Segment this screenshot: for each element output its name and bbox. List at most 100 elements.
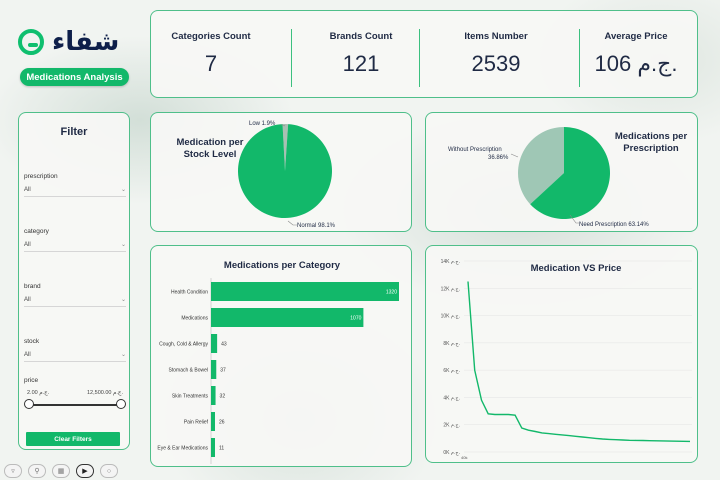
filter-stock: stock All ⌄ [24, 338, 126, 362]
filter-price: price 2.00 ج.م. 12,500.00 ج.م. [24, 377, 126, 412]
price-min-value: 2.00 ج.م. [27, 390, 50, 396]
category-bar-chart[interactable]: Health Condition 1320 Medications 1070 Cough… [151, 246, 413, 468]
slider-max-handle[interactable] [116, 399, 126, 409]
stock-level-card: Medication per Stock Level Low 1.9% Norm… [150, 112, 412, 232]
category-card: Medications per Category Health Conditio… [150, 245, 412, 467]
table-icon[interactable]: ▦ [52, 464, 70, 478]
category-bar[interactable] [211, 412, 215, 431]
category-label: Pain Relief [184, 420, 209, 426]
y-tick-label: 10K ج.م. [441, 314, 460, 320]
category-label: Skin Treatments [172, 394, 209, 400]
select-value: All [24, 296, 31, 303]
kpi-card: Categories Count 7 Brands Count 121 Item… [150, 10, 698, 98]
filter-label: stock [24, 338, 40, 345]
prescription-pie-chart[interactable]: Without Prescription 36.86% Need Prescri… [426, 113, 699, 233]
normal-label: Normal 98.1% [297, 223, 336, 229]
bar-value-label: 11 [219, 446, 224, 452]
divider [419, 29, 420, 87]
kpi-average-price: Average Price 106 ج.م. [576, 11, 696, 97]
category-bar[interactable] [211, 308, 364, 327]
chevron-down-icon: ⌄ [120, 297, 126, 303]
logo-text: شفاء [52, 27, 120, 57]
bar-value-label: 43 [221, 342, 227, 348]
category-bar[interactable] [211, 334, 218, 353]
stock-select[interactable]: All ⌄ [24, 351, 126, 362]
kpi-value: 106 ج.م. [594, 51, 678, 76]
video-icon[interactable]: ▶ [76, 464, 94, 478]
bar-value-label: 32 [220, 394, 226, 400]
kpi-value: 7 [204, 51, 218, 76]
filter-panel: Filter prescription All ⌄ category All ⌄… [18, 112, 130, 450]
filter-label: price [24, 377, 39, 384]
category-bar[interactable] [211, 386, 216, 405]
chevron-down-icon: ⌄ [120, 187, 126, 193]
filter-category: category All ⌄ [24, 228, 126, 252]
circle-icon[interactable]: ○ [100, 464, 118, 478]
kpi-value: 2539 [471, 51, 521, 76]
slider-min-handle[interactable] [24, 399, 34, 409]
bar-value-label: 37 [220, 368, 226, 374]
filter-brand: brand All ⌄ [24, 283, 126, 307]
bar-value-label: 26 [219, 420, 225, 426]
leader-line [287, 220, 297, 226]
kpi-categories: Categories Count 7 [151, 11, 271, 97]
filter-prescription: prescription All ⌄ [24, 173, 126, 197]
select-value: All [24, 351, 31, 358]
y-tick-label: 12K ج.م. [441, 286, 460, 292]
chevron-down-icon: ⌄ [120, 242, 126, 248]
leader-line [510, 153, 519, 158]
y-tick-label: 8K ج.م. [443, 341, 460, 347]
low-label: Low 1.9% [249, 121, 276, 127]
category-label: Stomach & Bowel [169, 368, 208, 374]
category-label: Medications [181, 316, 208, 322]
select-value: All [24, 186, 31, 193]
kpi-label: Items Number [464, 31, 528, 42]
category-bar[interactable] [211, 282, 399, 301]
filter-label: category [24, 228, 49, 235]
filter-icon[interactable]: ▿ [4, 464, 22, 478]
select-value: All [24, 241, 31, 248]
kpi-value: 121 [342, 51, 380, 76]
bar-value-label: 1070 [350, 316, 361, 322]
divider [291, 29, 292, 87]
price-series-line[interactable] [467, 281, 691, 443]
category-label: Health Condition [171, 290, 208, 296]
clear-filters-button[interactable]: Clear Filters [26, 432, 120, 446]
category-bar[interactable] [211, 360, 217, 379]
prescription-select[interactable]: All ⌄ [24, 186, 126, 197]
filter-title: Filter [60, 126, 88, 138]
category-bar[interactable] [211, 438, 215, 457]
category-label: Eye & Ear Medications [157, 446, 208, 452]
without-prescription-label: Without Prescription [448, 147, 502, 153]
without-prescription-value: 36.86% [488, 155, 509, 161]
y-tick-label: 2K ج.م. [443, 423, 460, 429]
category-label: Cough, Cold & Allergy [159, 342, 208, 348]
logo-mark-icon [18, 29, 44, 55]
filter-label: prescription [24, 173, 58, 180]
bottom-toolbar: ▿ ⚲ ▦ ▶ ○ [4, 464, 118, 478]
y-tick-label: 6K ج.م. [443, 368, 460, 374]
need-prescription-label: Need Prescription 63.14% [579, 222, 649, 228]
dashboard-title-button[interactable]: Medications Analysis [20, 68, 129, 86]
kpi-label: Categories Count [171, 31, 251, 42]
brand-select[interactable]: All ⌄ [24, 296, 126, 307]
stock-pie-chart[interactable]: Low 1.9% Normal 98.1% [151, 113, 413, 233]
price-card: Medication VS Price 0K ج.م. 2K ج.م. 4K ج.م… [425, 245, 698, 463]
price-range-slider[interactable] [24, 398, 126, 412]
price-max-value: 12,500.00 ج.م. [86, 390, 123, 396]
prescription-card: Medications per Prescription Without Pre… [425, 112, 698, 232]
y-tick-label: 4K ج.م. [443, 395, 460, 401]
search-icon[interactable]: ⚲ [28, 464, 46, 478]
y-tick-label: 0K ج.م. [443, 450, 460, 456]
filter-label: brand [24, 283, 41, 290]
x-tick-label: 40k [461, 455, 467, 460]
kpi-label: Average Price [604, 31, 668, 42]
kpi-label: Brands Count [329, 31, 393, 42]
bar-value-label: 1320 [386, 290, 397, 296]
kpi-items: Items Number 2539 [436, 11, 556, 97]
price-line-chart[interactable]: 0K ج.م. 2K ج.م. 4K ج.م. 6K ج.م. 8K ج.م. 10K ج… [426, 246, 699, 464]
chevron-down-icon: ⌄ [120, 352, 126, 358]
category-select[interactable]: All ⌄ [24, 241, 126, 252]
kpi-brands: Brands Count 121 [301, 11, 421, 97]
y-tick-label: 14K ج.م. [441, 259, 460, 265]
